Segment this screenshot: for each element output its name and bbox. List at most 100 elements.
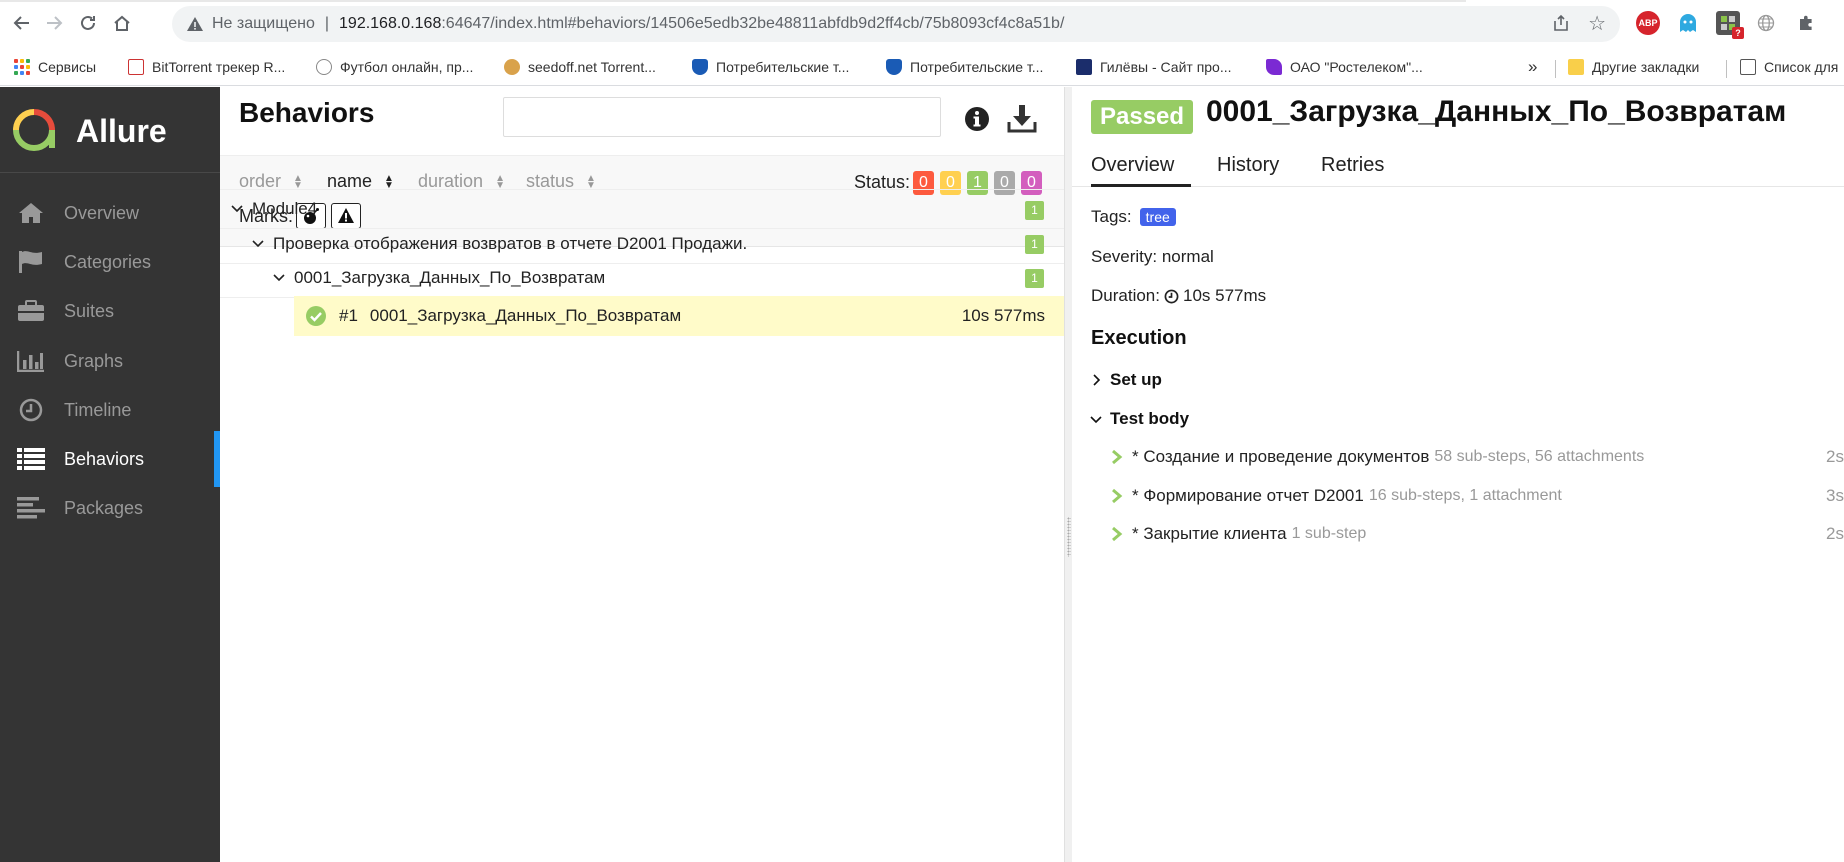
adblock-icon[interactable]: ABP (1636, 11, 1660, 35)
severity-label: Severity: normal (1091, 247, 1214, 266)
test-case-row-selected[interactable]: #1 0001_Загрузка_Данных_По_Возвратам 10s… (294, 296, 1064, 336)
sidebar-item-graphs[interactable]: Graphs (0, 338, 220, 384)
reload-icon[interactable] (74, 9, 102, 37)
brand[interactable]: Allure (0, 87, 220, 173)
test-title: 0001_Загрузка_Данных_По_Возвратам (1206, 95, 1787, 128)
search-input[interactable] (503, 97, 941, 137)
bookmark-philips-1[interactable]: Потребительские т... (692, 57, 849, 77)
tree-count-badge: 1 (1025, 269, 1044, 288)
step-meta: 58 sub-steps, 56 attachments (1434, 448, 1645, 465)
browser-toolbar: Не защищено | 192.168.0.168:64647/index.… (0, 0, 1844, 48)
sort-arrows-icon: ▲ ▼ (586, 172, 596, 191)
sidebar-item-suites[interactable]: Suites (0, 288, 220, 334)
bookmark-star-icon[interactable]: ☆ (1588, 11, 1606, 36)
home-browser-icon[interactable] (108, 9, 136, 37)
tags-row: Tags: tree (1091, 207, 1176, 227)
tree-count-badge: 1 (1025, 235, 1044, 254)
overflow-label: » (1528, 57, 1538, 76)
other-bookmarks-label: Другие закладки (1592, 59, 1700, 75)
status-badge: Passed (1091, 100, 1194, 134)
sidebar-item-packages[interactable]: Packages (0, 485, 220, 531)
tree-count-badge: 1 (1025, 201, 1044, 220)
step-row[interactable]: * Формирование отчет D2001 16 sub-steps,… (1110, 481, 1844, 511)
clock-icon (1164, 289, 1179, 303)
testbody-section[interactable]: Test body (1090, 409, 1189, 429)
list-icon (16, 446, 46, 472)
sidebar-item-timeline[interactable]: Timeline (0, 387, 220, 433)
bookmark-label: BitTorrent трекер R... (152, 59, 286, 75)
url-path[interactable]: :64647/index.html#behaviors/14506e5edb32… (441, 15, 1064, 33)
bar-chart-icon (16, 348, 46, 374)
bookmark-label: Футбол онлайн, пр... (340, 59, 474, 75)
bookmark-football[interactable]: Футбол онлайн, пр... (316, 57, 473, 77)
back-arrow-icon[interactable] (8, 9, 36, 37)
briefcase-icon (16, 298, 46, 324)
warning-icon (187, 17, 203, 31)
testbody-label: Test body (1110, 409, 1190, 428)
sort-arrows-icon: ▲ ▼ (495, 172, 505, 191)
step-name: * Закрытие клиента (1132, 524, 1287, 543)
allure-sidebar: Allure Overview Categories Suites Graphs… (0, 87, 220, 862)
splitter-grip-icon[interactable] (1067, 517, 1071, 557)
align-left-icon (16, 495, 46, 521)
tree-story-label: Проверка отображения возвратов в отчете … (273, 233, 748, 253)
chevron-down-icon (231, 205, 243, 213)
step-expand-icon (1112, 488, 1123, 504)
share-icon[interactable] (1552, 14, 1570, 37)
tab-retries[interactable]: Retries (1321, 143, 1384, 187)
setup-section[interactable]: Set up (1090, 370, 1162, 390)
ghost-extension-icon[interactable] (1676, 11, 1700, 35)
grid-extension-icon[interactable]: ? (1716, 11, 1744, 39)
tab-overview[interactable]: Overview (1091, 143, 1191, 187)
step-meta: 1 sub-step (1291, 525, 1367, 542)
globe-icon[interactable] (1754, 11, 1778, 35)
step-name: * Формирование отчет D2001 (1132, 486, 1364, 505)
sidebar-item-categories[interactable]: Categories (0, 239, 220, 285)
step-row[interactable]: * Закрытие клиента 1 sub-step 2s (1110, 519, 1844, 549)
bookmarks-divider (1555, 60, 1556, 78)
download-icon[interactable] (1007, 103, 1037, 133)
clock-favicon-icon (316, 59, 332, 75)
gilev-favicon-icon (1076, 59, 1092, 75)
brand-name: Allure (76, 113, 167, 149)
other-bookmarks-folder[interactable]: Другие закладки (1568, 57, 1699, 77)
tag-badge[interactable]: tree (1139, 208, 1176, 226)
reading-list-label: Список для (1764, 59, 1839, 75)
omnibox-separator: | (324, 15, 330, 32)
tree-feature-row[interactable]: Module4 1 (220, 189, 1064, 229)
severity-row: Severity: normal (1091, 247, 1214, 267)
bookmark-bittorrent[interactable]: BitTorrent трекер R... (128, 57, 285, 77)
sort-arrows-icon: ▲ ▼ (293, 172, 303, 191)
home-icon (16, 200, 46, 226)
sort-arrows-icon: ▲ ▼ (384, 172, 394, 191)
bookmark-rostelecom[interactable]: ОАО "Ростелеком"... (1266, 57, 1423, 77)
apps-grid-icon (14, 59, 30, 75)
bookmark-gilev[interactable]: Гилёвы - Сайт про... (1076, 57, 1232, 77)
bookmark-philips-2[interactable]: Потребительские т... (886, 57, 1043, 77)
bookmark-seedoff[interactable]: seedoff.net Torrent... (504, 57, 656, 77)
bookmark-apps[interactable]: Сервисы (14, 57, 96, 77)
chevron-down-icon (273, 273, 285, 281)
step-name: * Создание и проведение документов (1132, 447, 1430, 466)
address-bar[interactable]: Не защищено | 192.168.0.168:64647/index.… (172, 6, 1620, 42)
pane-splitter[interactable] (1064, 87, 1072, 862)
step-duration: 2s (1826, 447, 1844, 466)
forward-arrow-icon[interactable] (40, 9, 68, 37)
info-icon[interactable] (964, 106, 990, 132)
bookmarks-overflow-button[interactable]: » (1528, 57, 1537, 77)
puzzle-extensions-icon[interactable] (1794, 11, 1818, 35)
tree-case-row[interactable]: 0001_Загрузка_Данных_По_Возвратам 1 (220, 258, 1064, 298)
url-host[interactable]: 192.168.0.168 (339, 15, 441, 33)
sidebar-item-label: Timeline (64, 399, 132, 420)
sidebar-item-overview[interactable]: Overview (0, 190, 220, 236)
tab-history[interactable]: History (1217, 143, 1279, 187)
setup-label: Set up (1110, 370, 1162, 389)
reading-list-button[interactable]: Список для (1740, 57, 1838, 77)
step-row[interactable]: * Создание и проведение документов 58 su… (1110, 442, 1844, 472)
bookmark-label: seedoff.net Torrent... (528, 59, 656, 75)
step-duration: 3s (1826, 486, 1844, 505)
security-label[interactable]: Не защищено (212, 15, 315, 33)
seedoff-favicon-icon (504, 59, 520, 75)
duration-value: 10s 577ms (1182, 286, 1267, 305)
sidebar-item-behaviors[interactable]: Behaviors (0, 431, 220, 487)
